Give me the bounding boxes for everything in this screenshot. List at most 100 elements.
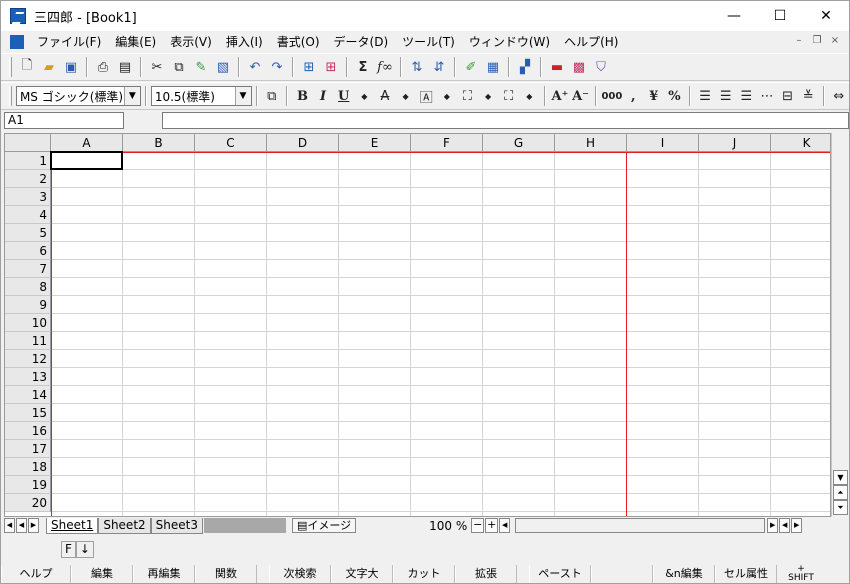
border-red-icon[interactable]: ▬ (547, 57, 567, 77)
toolbar-grip[interactable] (9, 57, 12, 77)
column-header[interactable]: E (339, 134, 411, 152)
wrap-text-icon[interactable]: ≚ (799, 86, 818, 106)
menu-help[interactable]: ヘルプ(H) (557, 33, 625, 50)
doc-minimize-button[interactable]: – (791, 34, 807, 48)
format-paste-icon[interactable]: ▧ (213, 57, 233, 77)
insert-row-icon[interactable]: ⊞ (299, 57, 319, 77)
row-header[interactable]: 14 (5, 386, 51, 404)
document-icon[interactable] (10, 34, 24, 49)
color-grid-icon[interactable]: ▩ (569, 57, 589, 77)
spreadsheet-grid[interactable]: ABCDEFGHIJK 1 2 3 4 5 6 7 8 9 10 11 12 13 14 15 16 17 18 1… (4, 133, 831, 517)
tab-split-handle[interactable] (203, 518, 286, 533)
row-header[interactable]: 15 (5, 404, 51, 422)
menu-file[interactable]: ファイル(F) (30, 33, 108, 50)
menu-tools[interactable]: ツール(T) (395, 33, 462, 50)
fkey-n-edit[interactable]: &n編集 (653, 565, 715, 583)
percent-button[interactable]: % (665, 86, 684, 106)
autosum-icon[interactable]: Σ (353, 57, 373, 77)
zoom-out-button[interactable]: − (471, 518, 485, 533)
prev-sheet-icon[interactable]: ◀ (16, 518, 27, 533)
dropdown-arrow-icon[interactable]: ◆ (355, 86, 374, 106)
fkey-edit[interactable]: 編集 (71, 565, 133, 583)
fkey-cell-attributes[interactable]: セル属性 (715, 565, 777, 583)
sheet-tab-2[interactable]: Sheet2 (98, 517, 151, 534)
fkey-help[interactable]: ヘルプ (1, 565, 71, 583)
formula-input[interactable] (162, 112, 849, 129)
print-icon[interactable]: ⎙ (93, 57, 113, 77)
maximize-button[interactable]: ☐ (757, 1, 803, 31)
column-header[interactable]: A (51, 134, 123, 152)
insert-column-icon[interactable]: ⊞ (321, 57, 341, 77)
save-icon[interactable]: ▣ (61, 57, 81, 77)
function-icon[interactable]: f∞ (375, 57, 395, 77)
column-header[interactable]: C (195, 134, 267, 152)
scroll-page-right-icon[interactable]: ▶ (791, 518, 803, 533)
fkey-blank[interactable] (591, 565, 653, 583)
redo-icon[interactable]: ↷ (267, 57, 287, 77)
distribute-icon[interactable]: ⋯ (758, 86, 777, 106)
image-view-button[interactable]: ▤イメージ (291, 518, 357, 533)
menu-data[interactable]: データ(D) (327, 33, 396, 50)
row-header[interactable]: 10 (5, 314, 51, 332)
scroll-down-icon[interactable]: ▼ (833, 470, 848, 485)
row-header[interactable]: 16 (5, 422, 51, 440)
row-header[interactable]: 9 (5, 296, 51, 314)
menu-format[interactable]: 書式(O) (270, 33, 327, 50)
font-shrink-icon[interactable]: A⁻ (571, 86, 590, 106)
open-folder-icon[interactable]: ▰ (39, 57, 59, 77)
italic-button[interactable]: I (314, 86, 333, 106)
cell-area[interactable] (51, 152, 830, 516)
align-left-icon[interactable]: ☰ (696, 86, 715, 106)
font-color-icon[interactable]: 🄰 (417, 86, 436, 106)
fkey-extend[interactable]: 拡張 (455, 565, 517, 583)
menu-window[interactable]: ウィンドウ(W) (462, 33, 557, 50)
row-header[interactable]: 11 (5, 332, 51, 350)
row-header[interactable]: 20 (5, 494, 51, 512)
column-header[interactable]: H (555, 134, 627, 152)
name-box[interactable]: A1 (4, 112, 124, 129)
fkey-find-next[interactable]: 次検索 (269, 565, 331, 583)
scroll-right-icon[interactable]: ▶ (767, 518, 779, 533)
currency-button[interactable]: ¥ (645, 86, 664, 106)
merge-cells-icon[interactable]: ⇔ (830, 86, 849, 106)
zoom-in-button[interactable]: + (485, 518, 499, 533)
row-header[interactable]: 2 (5, 170, 51, 188)
underline-button[interactable]: U (334, 86, 353, 106)
column-header[interactable]: F (411, 134, 483, 152)
map-icon[interactable]: ▞ (515, 57, 535, 77)
column-header[interactable]: G (483, 134, 555, 152)
vertical-scrollbar[interactable]: ▼ ⏶ ⏷ (831, 133, 848, 517)
minimize-button[interactable]: — (711, 1, 757, 31)
select-all-corner[interactable] (5, 134, 51, 152)
dropdown-arrow-icon[interactable]: ◆ (520, 86, 539, 106)
scroll-left-icon[interactable]: ◀ (499, 518, 511, 533)
align-center-icon[interactable]: ☰ (716, 86, 735, 106)
doc-close-button[interactable]: × (827, 34, 843, 48)
column-header[interactable]: J (699, 134, 771, 152)
close-button[interactable]: ✕ (803, 1, 849, 31)
chevron-down-icon[interactable]: ▼ (234, 87, 251, 105)
dropdown-arrow-icon[interactable]: ◆ (438, 86, 457, 106)
next-sheet-icon[interactable]: ▶ (28, 518, 39, 533)
sheet-tab-3[interactable]: Sheet3 (150, 517, 203, 534)
font-size-select[interactable]: 10.5(標準) ▼ (150, 86, 252, 106)
fkey-reedit[interactable]: 再編集 (133, 565, 195, 583)
column-header[interactable]: I (627, 134, 699, 152)
menu-insert[interactable]: 挿入(I) (219, 33, 270, 50)
row-header[interactable]: 1 (5, 152, 51, 170)
paste-icon[interactable]: ✎ (191, 57, 211, 77)
font-select[interactable]: MS ゴシック(標準) ▼ (15, 86, 141, 106)
column-header[interactable]: B (123, 134, 195, 152)
fkey-large-text[interactable]: 文字大 (331, 565, 393, 583)
row-header[interactable]: 5 (5, 224, 51, 242)
font-grow-icon[interactable]: A⁺ (551, 86, 570, 106)
print-preview-icon[interactable]: ▤ (115, 57, 135, 77)
menu-edit[interactable]: 編集(E) (108, 33, 163, 50)
thousands-button[interactable]: 000 (601, 86, 622, 106)
doc-restore-button[interactable]: ❐ (809, 34, 825, 48)
fkey-function[interactable]: 関数 (195, 565, 257, 583)
column-header[interactable]: K (771, 134, 830, 152)
merge-center-icon[interactable]: ⊟ (778, 86, 797, 106)
chart-icon[interactable]: ✐ (461, 57, 481, 77)
first-sheet-icon[interactable]: ◀ (4, 518, 15, 533)
